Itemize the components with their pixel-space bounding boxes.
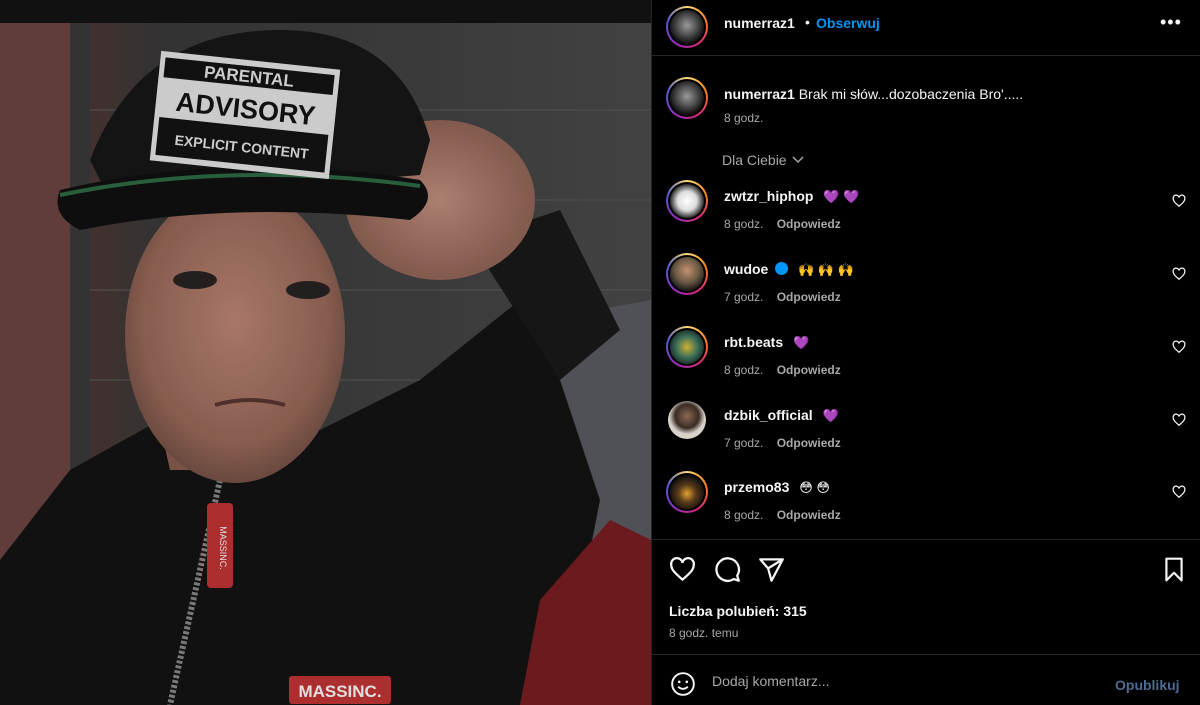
reply-button[interactable]: Odpowiedz (777, 290, 841, 304)
comment-text: 😳 😳 (799, 480, 830, 495)
reply-button[interactable]: Odpowiedz (777, 363, 841, 377)
caption-time: 8 godz. (724, 111, 764, 125)
publish-button[interactable]: Opublikuj (1115, 677, 1180, 693)
emoji-smiley-icon[interactable] (670, 671, 696, 697)
caption: numerraz1 Brak mi słów...dozobaczenia Br… (724, 86, 1023, 102)
commenter-username[interactable]: wudoe (724, 261, 768, 277)
comment-item: rbt.beats 💜 8 godz. Odpowiedz (652, 326, 1200, 386)
commenter-avatar[interactable] (666, 253, 708, 295)
comment-text: 💜 (822, 408, 839, 423)
commenter-avatar[interactable] (666, 180, 708, 222)
caption-username[interactable]: numerraz1 (724, 86, 795, 102)
commenter-avatar[interactable] (668, 401, 706, 439)
comment-item: zwtzr_hiphop 💜 💜 8 godz. Odpowiedz (652, 180, 1200, 240)
like-comment-heart-icon[interactable] (1172, 413, 1186, 427)
author-username[interactable]: numerraz1 (724, 15, 795, 31)
add-comment-bar: Opublikuj (652, 654, 1200, 705)
verified-badge-icon (775, 262, 789, 275)
post-time-ago: 8 godz. temu (669, 626, 739, 640)
caption-avatar[interactable] (666, 77, 708, 119)
like-comment-heart-icon[interactable] (1172, 194, 1186, 208)
like-comment-heart-icon[interactable] (1172, 340, 1186, 354)
post-side-panel: numerraz1 • Obserwuj ••• numerraz1 Brak … (651, 0, 1200, 705)
post-header: numerraz1 • Obserwuj ••• (652, 0, 1200, 56)
commenter-username[interactable]: dzbik_official (724, 407, 813, 423)
post-actions: Liczba polubień: 315 8 godz. temu (652, 539, 1200, 654)
author-avatar[interactable] (666, 6, 708, 48)
comment-filter-label: Dla Ciebie (722, 152, 787, 168)
comment-time: 8 godz. (724, 217, 764, 231)
caption-text: Brak mi słów...dozobaczenia Bro'..... (798, 86, 1024, 102)
like-heart-icon[interactable] (669, 556, 696, 583)
comment-item: dzbik_official 💜 7 godz. Odpowiedz (652, 399, 1200, 459)
bookmark-save-icon[interactable] (1161, 556, 1187, 583)
comment-bubble-icon[interactable] (714, 556, 741, 583)
reply-button[interactable]: Odpowiedz (777, 436, 841, 450)
like-comment-heart-icon[interactable] (1172, 485, 1186, 499)
more-options-icon[interactable]: ••• (1160, 12, 1182, 33)
comment-time: 7 godz. (724, 290, 764, 304)
comment-time: 7 godz. (724, 436, 764, 450)
comment-time: 8 godz. (724, 508, 764, 522)
commenter-username[interactable]: rbt.beats (724, 334, 783, 350)
comment-item: wudoe 🙌 🙌 🙌 7 godz. Odpowiedz (652, 253, 1200, 313)
follow-button[interactable]: Obserwuj (816, 15, 880, 31)
comment-text: 💜 (793, 335, 810, 350)
comment-item: przemo83 😳 😳 8 godz. Odpowiedz (652, 471, 1200, 531)
comment-filter-dropdown[interactable]: Dla Ciebie (722, 152, 805, 168)
like-comment-heart-icon[interactable] (1172, 267, 1186, 281)
commenter-avatar[interactable] (666, 471, 708, 513)
add-comment-input[interactable] (712, 669, 1092, 693)
photo-top-bar (0, 0, 651, 23)
photo-illustration: MASSINC. MASSINC. PARENTAL ADVISORY EXPL… (0, 0, 651, 705)
commenter-username[interactable]: zwtzr_hiphop (724, 188, 813, 204)
reply-button[interactable]: Odpowiedz (777, 508, 841, 522)
comment-time: 8 godz. (724, 363, 764, 377)
header-separator: • (805, 14, 810, 30)
post-photo[interactable]: MASSINC. MASSINC. PARENTAL ADVISORY EXPL… (0, 0, 651, 705)
likes-count[interactable]: Liczba polubień: 315 (669, 603, 807, 619)
chevron-down-icon (792, 156, 805, 164)
comment-text: 💜 💜 (823, 189, 860, 204)
commenter-username[interactable]: przemo83 (724, 479, 789, 495)
comment-text: 🙌 🙌 🙌 (798, 262, 854, 277)
commenter-avatar[interactable] (666, 326, 708, 368)
reply-button[interactable]: Odpowiedz (777, 217, 841, 231)
share-send-icon[interactable] (758, 556, 785, 583)
